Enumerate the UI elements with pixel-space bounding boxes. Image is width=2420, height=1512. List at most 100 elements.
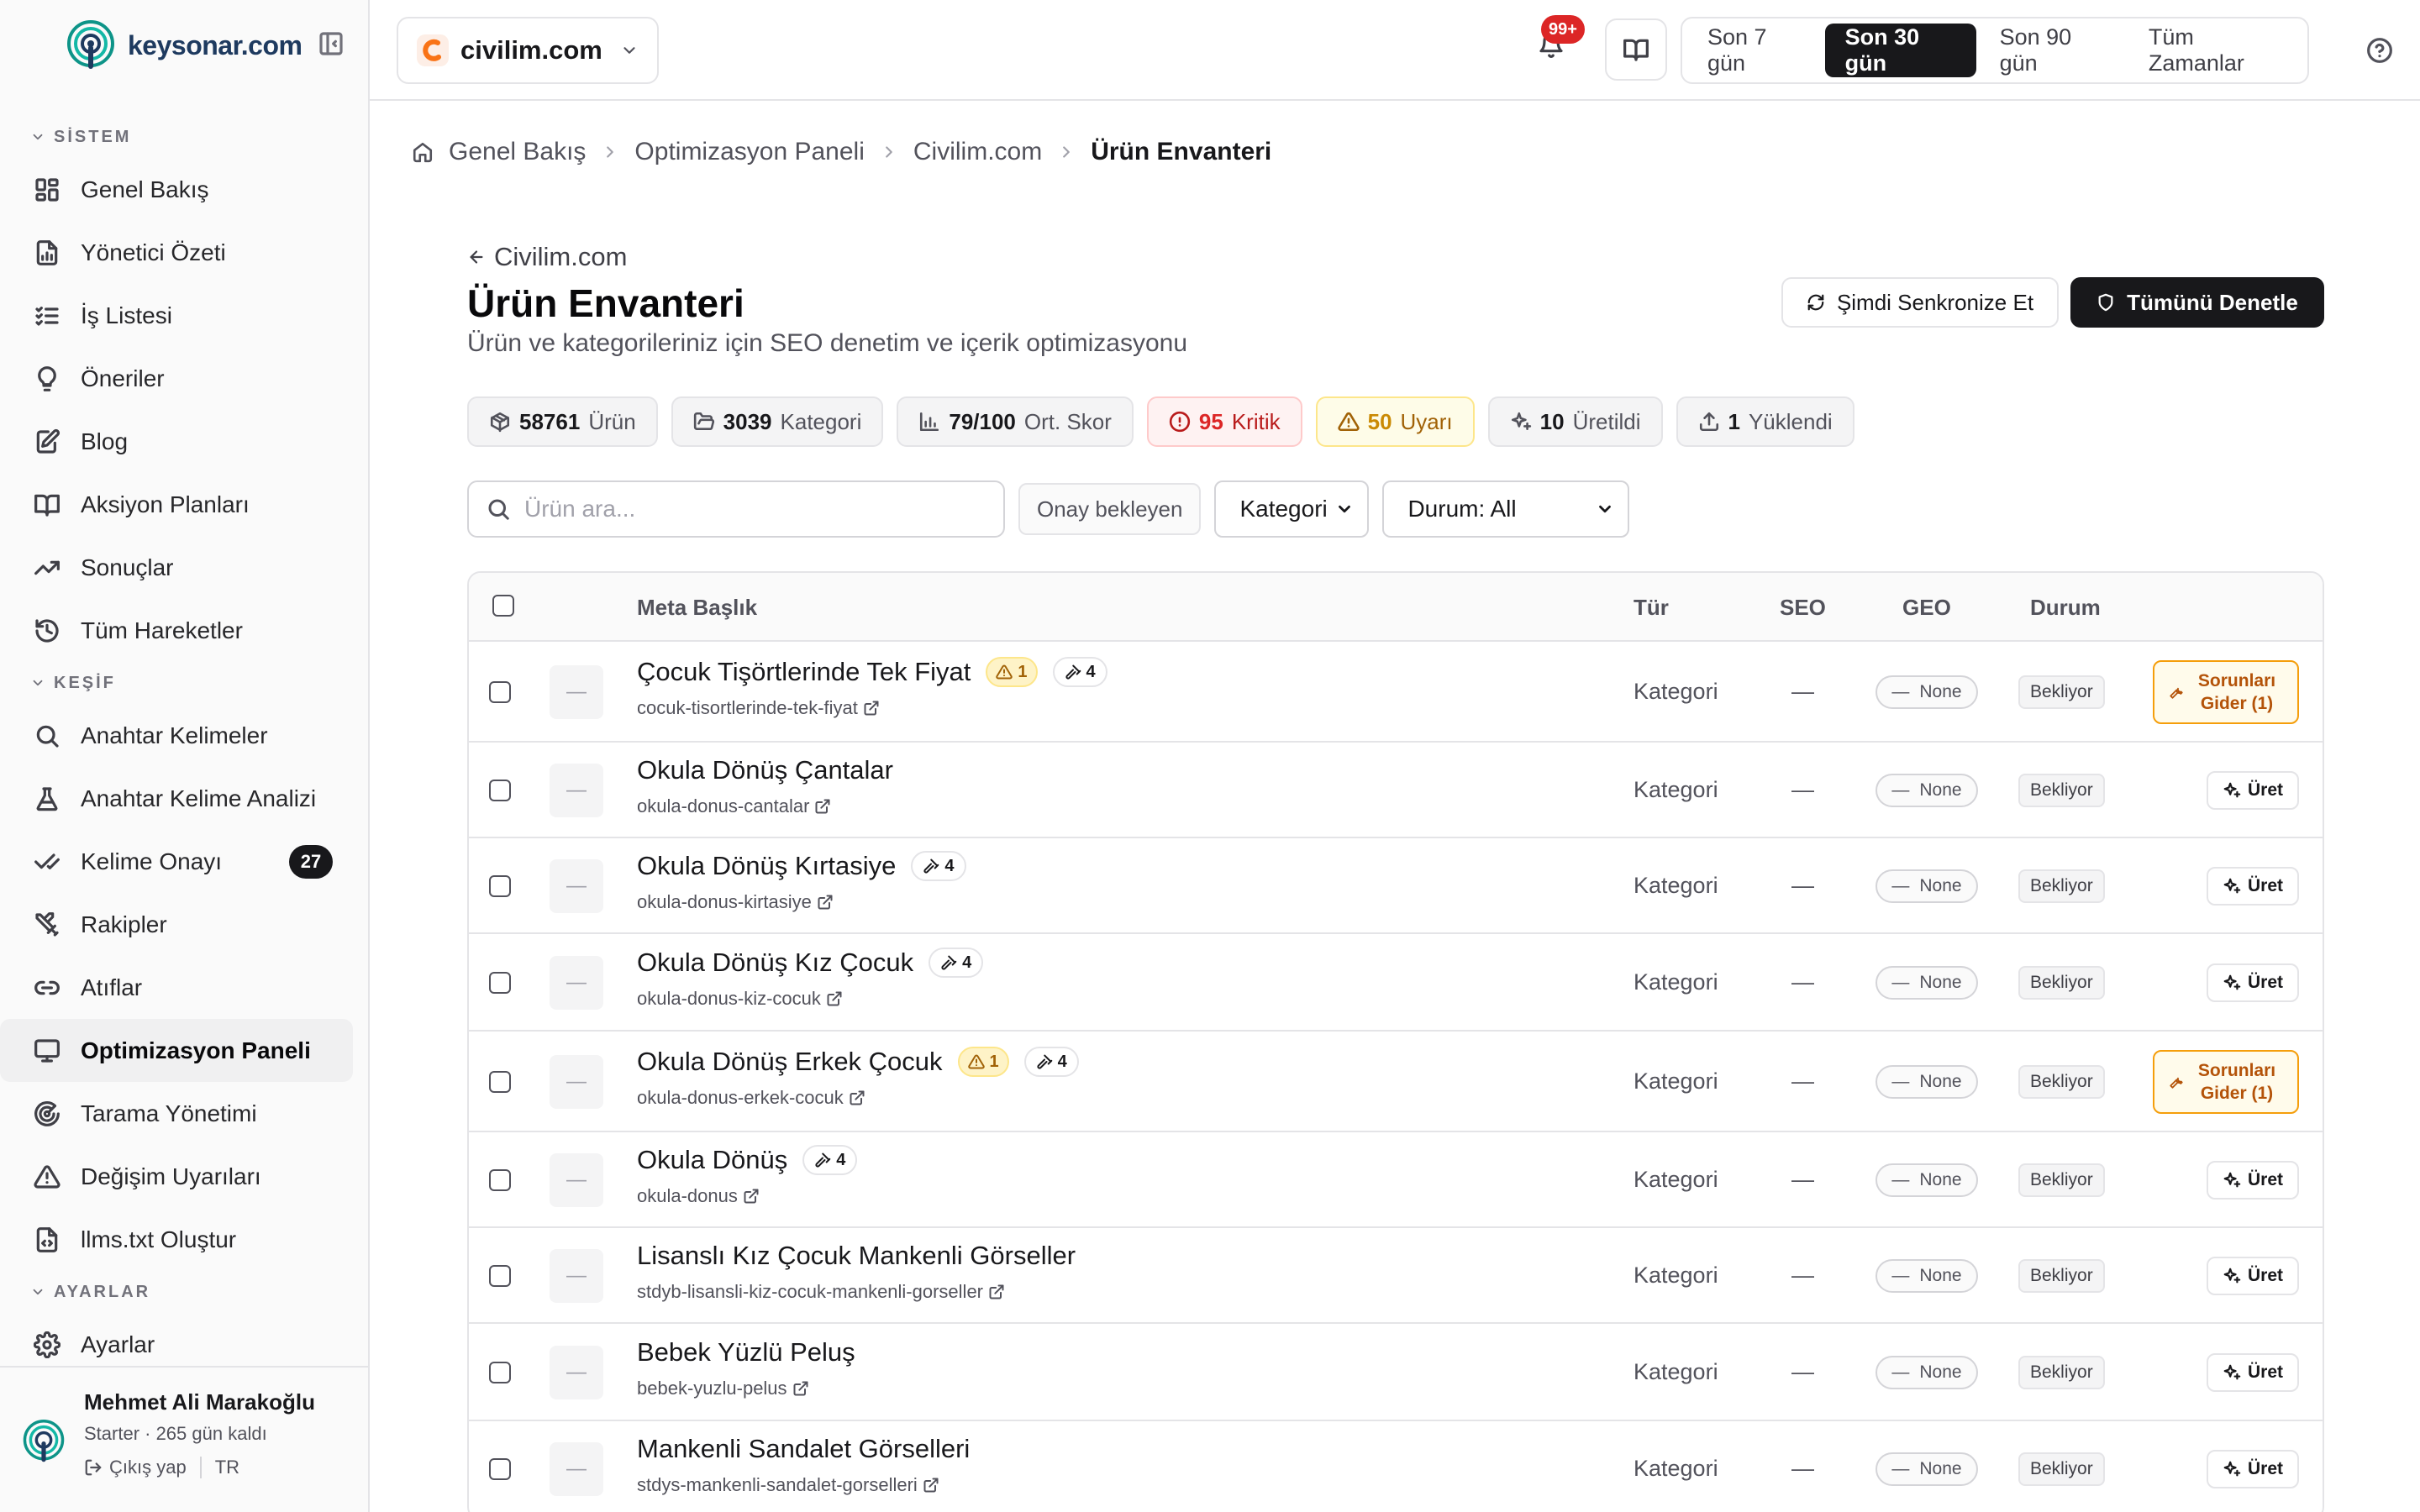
row-checkbox[interactable] <box>489 780 511 801</box>
sidebar-item-0-6[interactable]: Sonuçlar <box>0 536 353 599</box>
sidebar-item-0-3[interactable]: Öneriler <box>0 347 353 410</box>
fix-issues-button[interactable]: Sorunları Gider (1) <box>2153 660 2299 724</box>
row-slug-link[interactable]: okula-donus <box>637 1185 760 1207</box>
row-title[interactable]: Lisanslı Kız Çocuk Mankenli Görseller <box>637 1241 1076 1271</box>
table-row[interactable]: — Mankenli Sandalet Görselleri stdys-man… <box>469 1421 2323 1512</box>
sidebar-item-1-1[interactable]: Anahtar Kelime Analizi <box>0 767 353 830</box>
column-geo[interactable]: GEO <box>1902 595 1951 621</box>
stat-1[interactable]: 3039 Kategori <box>671 396 884 447</box>
generate-button[interactable]: Üret <box>2207 1257 2299 1295</box>
generate-button[interactable]: Üret <box>2207 771 2299 810</box>
sidebar-item-0-1[interactable]: Yönetici Özeti <box>0 221 353 284</box>
row-checkbox[interactable] <box>489 681 511 703</box>
brand-logo[interactable]: keysonar.com <box>66 20 302 71</box>
audit-all-button[interactable]: Tümünü Denetle <box>2070 277 2324 328</box>
row-slug-link[interactable]: okula-donus-kirtasiye <box>637 891 834 913</box>
collapse-sidebar-button[interactable] <box>318 30 345 57</box>
nav-section-2[interactable]: AYARLAR <box>0 1271 368 1313</box>
help-button[interactable] <box>2366 37 2393 64</box>
breadcrumb-item-1[interactable]: Optimizasyon Paneli <box>634 138 864 166</box>
sidebar-item-1-4[interactable]: Atıflar <box>0 956 353 1019</box>
range-option-0[interactable]: Son 7 gün <box>1687 24 1822 77</box>
generate-button[interactable]: Üret <box>2207 963 2299 1002</box>
generate-button[interactable]: Üret <box>2207 1353 2299 1392</box>
sidebar-item-0-7[interactable]: Tüm Hareketler <box>0 599 353 662</box>
sync-now-button[interactable]: Şimdi Senkronize Et <box>1781 277 2059 328</box>
row-slug-link[interactable]: bebek-yuzlu-pelus <box>637 1378 809 1399</box>
row-slug-link[interactable]: cocuk-tisortlerinde-tek-fiyat <box>637 697 880 719</box>
sidebar-item-1-3[interactable]: Rakipler <box>0 893 353 956</box>
sidebar-item-0-2[interactable]: İş Listesi <box>0 284 353 347</box>
stat-6[interactable]: 1 Yüklendi <box>1676 396 1854 447</box>
generate-button[interactable]: Üret <box>2207 1161 2299 1200</box>
docs-button[interactable] <box>1605 18 1667 81</box>
generate-button[interactable]: Üret <box>2207 1450 2299 1488</box>
sidebar-item-1-6[interactable]: Tarama Yönetimi <box>0 1082 353 1145</box>
category-select[interactable]: Kategori <box>1214 480 1370 538</box>
row-checkbox[interactable] <box>489 1458 511 1480</box>
table-row[interactable]: — Okula Dönüş Kız Çocuk 4 okula-donus-ki… <box>469 934 2323 1032</box>
row-checkbox[interactable] <box>489 1265 511 1287</box>
row-checkbox[interactable] <box>489 875 511 897</box>
table-row[interactable]: — Okula Dönüş Kırtasiye 4 okula-donus-ki… <box>469 838 2323 934</box>
row-checkbox[interactable] <box>489 1362 511 1383</box>
pending-approval-filter[interactable]: Onay bekleyen <box>1018 483 1202 535</box>
row-slug-link[interactable]: stdys-mankenli-sandalet-gorselleri <box>637 1474 939 1496</box>
stat-3[interactable]: 95 Kritik <box>1146 396 1302 447</box>
column-meta-title[interactable]: Meta Başlık <box>637 595 757 621</box>
row-title[interactable]: Çocuk Tişörtlerinde Tek Fiyat <box>637 657 971 687</box>
nav-section-0[interactable]: SİSTEM <box>0 116 368 158</box>
row-title[interactable]: Okula Dönüş Kız Çocuk <box>637 948 913 978</box>
table-row[interactable]: — Okula Dönüş 4 okula-donus Kategori — —… <box>469 1132 2323 1228</box>
language-switch[interactable]: TR <box>215 1457 239 1478</box>
row-slug-link[interactable]: okula-donus-erkek-cocuk <box>637 1087 865 1109</box>
search-input[interactable] <box>524 496 986 522</box>
row-checkbox[interactable] <box>489 1071 511 1093</box>
stat-0[interactable]: 58761 Ürün <box>467 396 658 447</box>
site-selector[interactable]: civilim.com <box>397 17 659 84</box>
row-title[interactable]: Mankenli Sandalet Görselleri <box>637 1434 970 1464</box>
fix-issues-button[interactable]: Sorunları Gider (1) <box>2153 1050 2299 1114</box>
row-title[interactable]: Okula Dönüş Erkek Çocuk <box>637 1047 943 1077</box>
stat-2[interactable]: 79/100 Ort. Skor <box>897 396 1134 447</box>
row-slug-link[interactable]: okula-donus-cantalar <box>637 795 831 817</box>
sidebar-item-0-5[interactable]: Aksiyon Planları <box>0 473 353 536</box>
nav-section-1[interactable]: KEŞİF <box>0 662 368 704</box>
row-slug-link[interactable]: okula-donus-kiz-cocuk <box>637 988 843 1010</box>
generate-button[interactable]: Üret <box>2207 867 2299 906</box>
row-title[interactable]: Okula Dönüş <box>637 1145 787 1175</box>
table-row[interactable]: — Okula Dönüş Çantalar okula-donus-canta… <box>469 743 2323 838</box>
sidebar-item-1-2[interactable]: Kelime Onayı 27 <box>0 830 353 893</box>
table-row[interactable]: — Lisanslı Kız Çocuk Mankenli Görseller … <box>469 1228 2323 1324</box>
range-option-2[interactable]: Son 90 gün <box>1980 24 2125 77</box>
column-status[interactable]: Durum <box>2030 595 2101 621</box>
sidebar-item-1-7[interactable]: Değişim Uyarıları <box>0 1145 353 1208</box>
column-seo[interactable]: SEO <box>1780 595 1826 621</box>
logout-button[interactable]: Çıkış yap <box>84 1457 187 1478</box>
row-title[interactable]: Okula Dönüş Kırtasiye <box>637 851 896 881</box>
range-option-1[interactable]: Son 30 gün <box>1824 24 1976 77</box>
row-checkbox[interactable] <box>489 972 511 994</box>
sidebar-item-1-0[interactable]: Anahtar Kelimeler <box>0 704 353 767</box>
select-all-checkbox[interactable] <box>492 595 514 617</box>
breadcrumb-item-0[interactable]: Genel Bakış <box>449 138 586 166</box>
breadcrumb-item-2[interactable]: Civilim.com <box>913 138 1042 166</box>
sidebar-item-1-8[interactable]: llms.txt Oluştur <box>0 1208 353 1271</box>
sidebar-item-1-5[interactable]: Optimizasyon Paneli <box>0 1019 353 1082</box>
range-option-3[interactable]: Tüm Zamanlar <box>2128 24 2302 77</box>
stat-4[interactable]: 50 Uyarı <box>1315 396 1475 447</box>
table-row[interactable]: — Bebek Yüzlü Peluş bebek-yuzlu-pelus Ka… <box>469 1324 2323 1421</box>
row-title[interactable]: Bebek Yüzlü Peluş <box>637 1337 855 1368</box>
table-row[interactable]: — Okula Dönüş Erkek Çocuk 1 4 okula-donu… <box>469 1032 2323 1132</box>
stat-5[interactable]: 10 Üretildi <box>1487 396 1663 447</box>
column-type[interactable]: Tür <box>1634 595 1669 621</box>
row-checkbox[interactable] <box>489 1169 511 1191</box>
status-select[interactable]: Durum: All <box>1382 480 1630 538</box>
back-link[interactable]: Civilim.com <box>467 242 627 272</box>
table-row[interactable]: — Çocuk Tişörtlerinde Tek Fiyat 1 4 cocu… <box>469 642 2323 743</box>
sidebar-item-0-0[interactable]: Genel Bakış <box>0 158 353 221</box>
row-slug-link[interactable]: stdyb-lisansli-kiz-cocuk-mankenli-gorsel… <box>637 1281 1005 1303</box>
sidebar-item-0-4[interactable]: Blog <box>0 410 353 473</box>
avatar[interactable] <box>22 1420 66 1463</box>
row-title[interactable]: Okula Dönüş Çantalar <box>637 755 893 785</box>
